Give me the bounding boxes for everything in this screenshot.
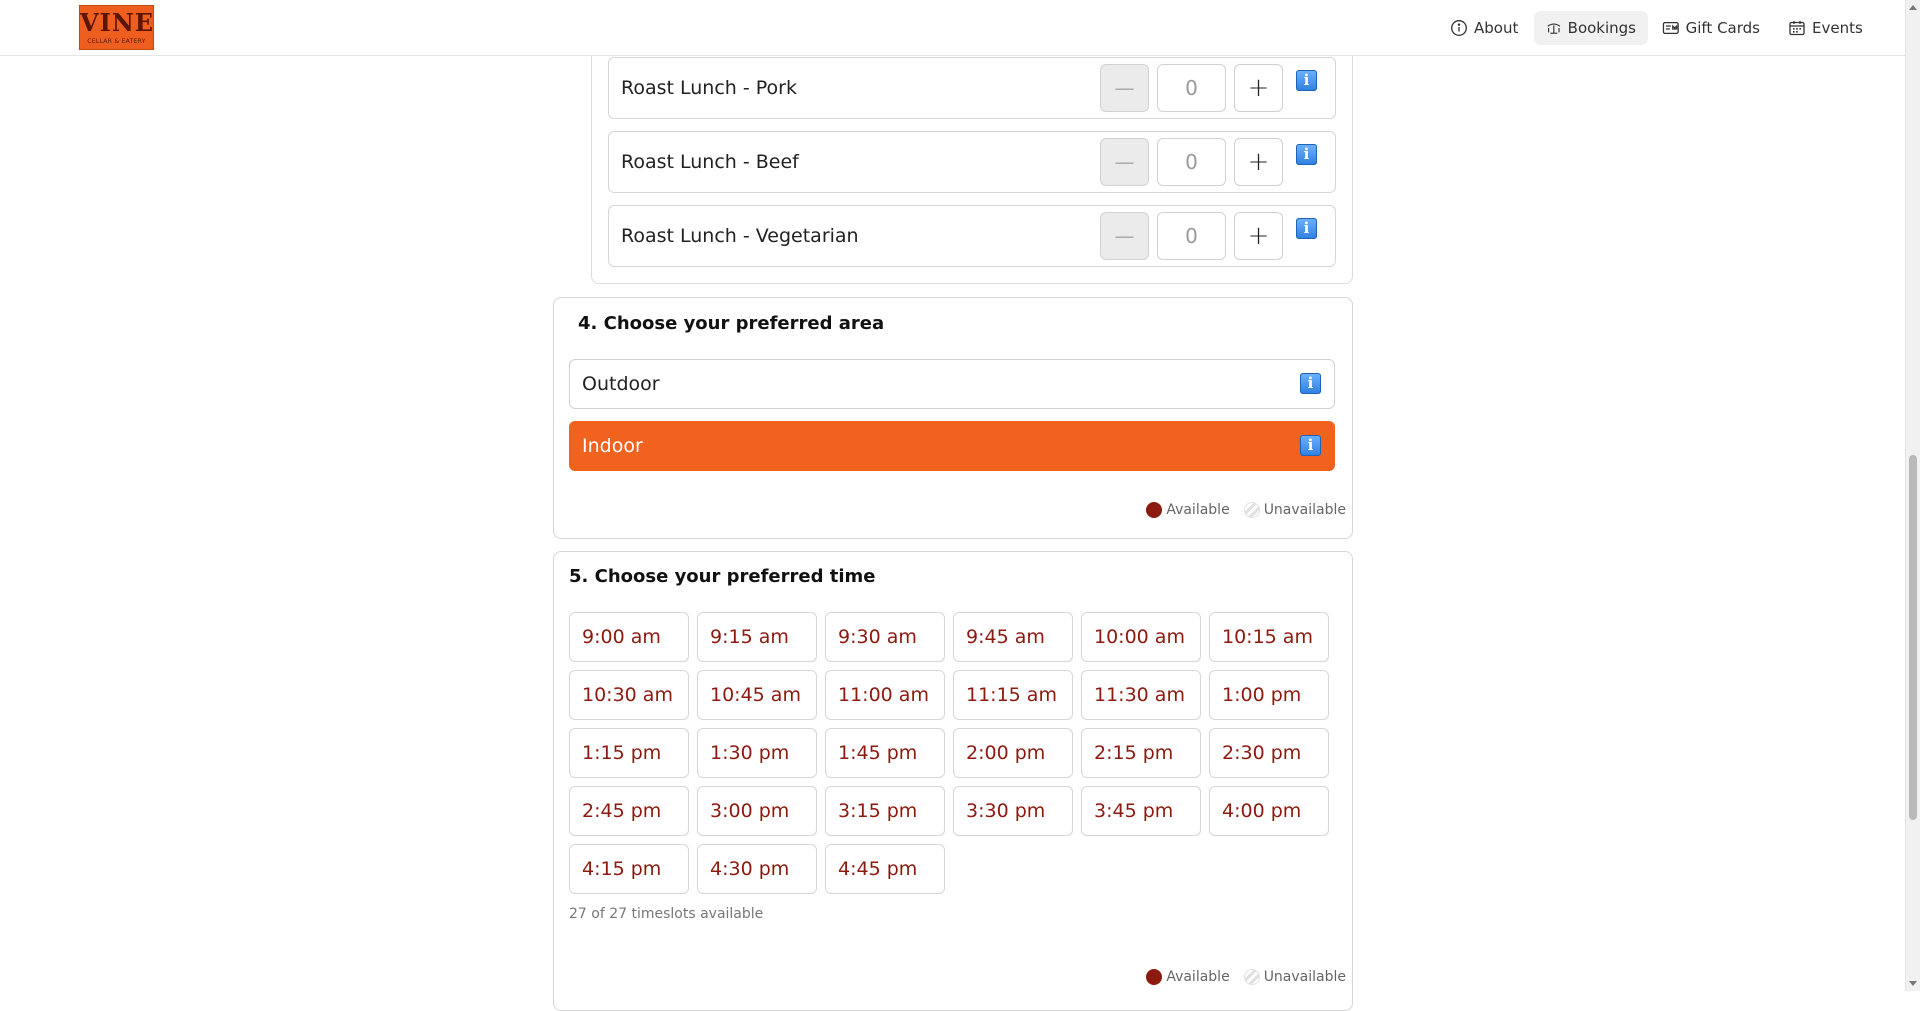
nav-bookings[interactable]: Bookings xyxy=(1534,11,1648,45)
timeslot-button[interactable]: 11:00 am xyxy=(825,670,945,720)
menu-item-name: Roast Lunch - Pork xyxy=(621,77,797,99)
legend-available-label: Available xyxy=(1166,502,1230,518)
timeslot-button[interactable]: 9:45 am xyxy=(953,612,1073,662)
menu-item-name: Roast Lunch - Beef xyxy=(621,151,799,173)
menu-item-row: Roast Lunch - Vegetarian — 0 + i xyxy=(608,205,1336,267)
timeslot-button[interactable]: 10:45 am xyxy=(697,670,817,720)
timeslot-button[interactable]: 2:30 pm xyxy=(1209,728,1329,778)
page-scrollbar[interactable] xyxy=(1905,0,1920,991)
increment-button[interactable]: + xyxy=(1234,64,1283,112)
area-option-label: Outdoor xyxy=(582,373,660,395)
timeslot-button[interactable]: 1:15 pm xyxy=(569,728,689,778)
time-section-title: 5. Choose your preferred time xyxy=(569,566,876,587)
available-dot-icon xyxy=(1146,969,1163,985)
logo-mark: VINE xyxy=(80,8,155,37)
available-dot-icon xyxy=(1146,502,1163,518)
timeslot-button[interactable]: 10:00 am xyxy=(1081,612,1201,662)
increment-button[interactable]: + xyxy=(1234,138,1283,186)
availability-legend: Available Unavailable xyxy=(1146,502,1346,518)
timeslot-button[interactable]: 4:00 pm xyxy=(1209,786,1329,836)
quantity-input[interactable]: 0 xyxy=(1157,212,1226,260)
nav-gift-cards[interactable]: Gift Cards xyxy=(1650,11,1772,45)
scroll-thumb[interactable] xyxy=(1909,455,1917,820)
timeslot-button[interactable]: 10:30 am xyxy=(569,670,689,720)
info-icon[interactable]: i xyxy=(1300,435,1321,456)
timeslot-button[interactable]: 1:30 pm xyxy=(697,728,817,778)
menu-item-row: Roast Lunch - Pork — 0 + i xyxy=(608,57,1336,119)
timeslot-button[interactable]: 4:45 pm xyxy=(825,844,945,894)
legend-unavailable-label: Unavailable xyxy=(1263,502,1346,518)
timeslot-button[interactable]: 9:30 am xyxy=(825,612,945,662)
availability-legend: Available Unavailable xyxy=(1146,969,1346,985)
nav-events-label: Events xyxy=(1812,19,1863,37)
scroll-down-icon[interactable] xyxy=(1909,981,1917,986)
legend-unavailable-label: Unavailable xyxy=(1263,969,1346,985)
timeslot-button[interactable]: 3:45 pm xyxy=(1081,786,1201,836)
logo[interactable]: VINE CELLAR & EATERY xyxy=(79,5,154,50)
info-icon[interactable]: i xyxy=(1296,70,1317,91)
calendar-icon xyxy=(1789,21,1805,36)
timeslot-button[interactable]: 9:00 am xyxy=(569,612,689,662)
nav-events[interactable]: Events xyxy=(1776,11,1882,45)
info-icon[interactable]: i xyxy=(1296,144,1317,165)
unavailable-dot-icon xyxy=(1243,502,1260,518)
legend-available-label: Available xyxy=(1166,969,1230,985)
nav-bookings-label: Bookings xyxy=(1567,19,1636,37)
info-icon[interactable]: i xyxy=(1300,373,1321,394)
site-header: VINE CELLAR & EATERY About Bookings Gift… xyxy=(0,0,1905,56)
logo-subtitle: CELLAR & EATERY xyxy=(87,38,146,45)
area-option-indoor[interactable]: Indoor i xyxy=(569,421,1335,471)
scroll-up-icon[interactable] xyxy=(1909,5,1917,10)
table-icon xyxy=(1547,23,1561,34)
timeslot-grid: 9:00 am 9:15 am 9:30 am 9:45 am 10:00 am 10:1… xyxy=(569,612,1329,894)
gift-card-icon xyxy=(1662,21,1679,35)
timeslot-button[interactable]: 3:30 pm xyxy=(953,786,1073,836)
timeslot-button[interactable]: 11:30 am xyxy=(1081,670,1201,720)
quantity-input[interactable]: 0 xyxy=(1157,138,1226,186)
time-section-card: 5. Choose your preferred time 9:00 am 9:1… xyxy=(553,551,1353,1011)
timeslot-button[interactable]: 9:15 am xyxy=(697,612,817,662)
timeslot-button[interactable]: 2:15 pm xyxy=(1081,728,1201,778)
timeslot-button[interactable]: 4:30 pm xyxy=(697,844,817,894)
timeslot-button[interactable]: 1:00 pm xyxy=(1209,670,1329,720)
timeslot-button[interactable]: 2:00 pm xyxy=(953,728,1073,778)
timeslot-button[interactable]: 1:45 pm xyxy=(825,728,945,778)
nav-gift-cards-label: Gift Cards xyxy=(1685,19,1760,37)
area-section-card: 4. Choose your preferred area Outdoor i … xyxy=(553,297,1353,539)
increment-button[interactable]: + xyxy=(1234,212,1283,260)
area-option-label: Indoor xyxy=(582,435,643,457)
timeslot-button[interactable]: 4:15 pm xyxy=(569,844,689,894)
decrement-button[interactable]: — xyxy=(1100,64,1149,112)
decrement-button[interactable]: — xyxy=(1100,212,1149,260)
menu-item-row: Roast Lunch - Beef — 0 + i xyxy=(608,131,1336,193)
quantity-input[interactable]: 0 xyxy=(1157,64,1226,112)
info-icon[interactable]: i xyxy=(1296,218,1317,239)
timeslot-button[interactable]: 3:00 pm xyxy=(697,786,817,836)
timeslot-button[interactable]: 10:15 am xyxy=(1209,612,1329,662)
area-option-outdoor[interactable]: Outdoor i xyxy=(569,359,1335,409)
timeslot-button[interactable]: 11:15 am xyxy=(953,670,1073,720)
unavailable-dot-icon xyxy=(1243,969,1260,985)
timeslot-button[interactable]: 2:45 pm xyxy=(569,786,689,836)
decrement-button[interactable]: — xyxy=(1100,138,1149,186)
timeslot-button[interactable]: 3:15 pm xyxy=(825,786,945,836)
info-circle-icon xyxy=(1451,20,1467,36)
area-section-title: 4. Choose your preferred area xyxy=(578,313,885,334)
menu-item-name: Roast Lunch - Vegetarian xyxy=(621,225,859,247)
nav-about-label: About xyxy=(1474,19,1519,37)
timeslot-availability-text: 27 of 27 timeslots available xyxy=(569,906,764,922)
